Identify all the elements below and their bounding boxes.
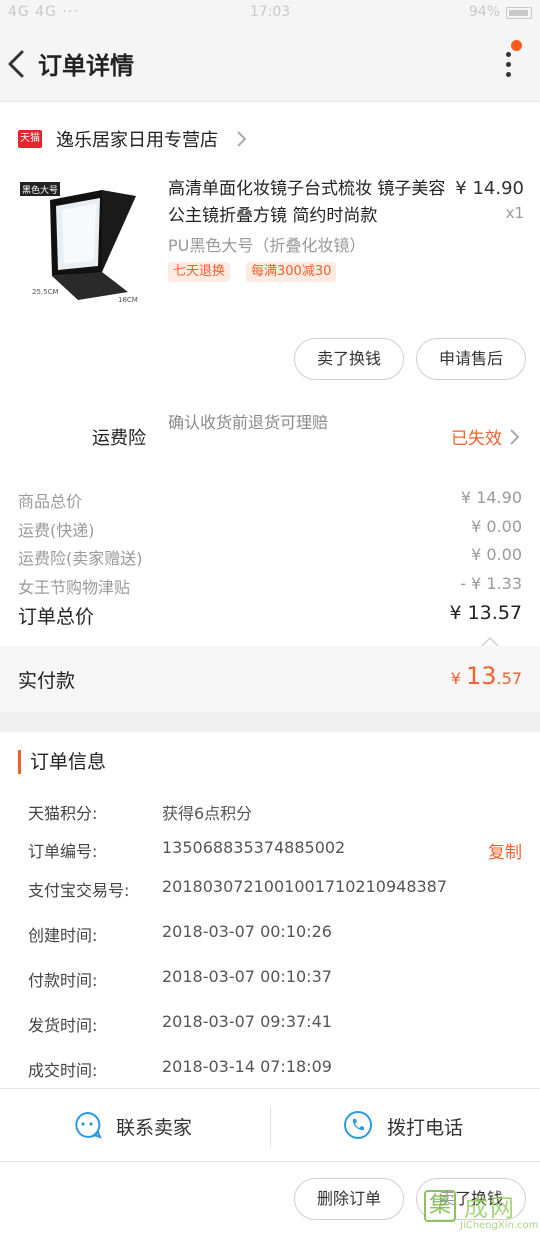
price-value: - ¥ 1.33 xyxy=(460,574,522,593)
call-phone-button[interactable]: 拨打电话 xyxy=(271,1089,540,1163)
product-item[interactable]: 黑色大号 25.5CM 18CM 高清单面化妆镜子台式梳妆 镜子美容公主镜折叠方… xyxy=(0,170,540,320)
watermark-text: 成网 xyxy=(464,1194,516,1222)
product-quantity: x1 xyxy=(505,204,524,222)
price-line: 女王节购物津贴 - ¥ 1.33 xyxy=(18,570,522,597)
order-total-value: ¥ 13.57 xyxy=(449,602,522,624)
watermark: 集 成网 JiChengXin.com xyxy=(420,1186,538,1236)
battery-percent: 94% xyxy=(468,4,500,20)
info-row-alipay: 支付宝交易号: 2018030721001001710210948387 xyxy=(28,875,522,900)
contact-seller-button[interactable]: 联系卖家 xyxy=(0,1089,270,1163)
amount-paid-value: ¥ 13.57 xyxy=(450,662,522,690)
notification-dot xyxy=(511,40,522,51)
product-title[interactable]: 高清单面化妆镜子台式梳妆 镜子美容公主镜折叠方镜 简约时尚款 xyxy=(168,176,454,230)
watermark-logo: 集 xyxy=(424,1190,456,1222)
order-info-section: 订单信息 天猫积分: 获得6点积分 订单编号: 1350688353748850… xyxy=(0,732,540,1088)
amount-paid: 实付款 ¥ 13.57 xyxy=(0,646,540,712)
after-sales-button[interactable]: 申请售后 xyxy=(416,338,526,380)
contact-seller-label: 联系卖家 xyxy=(116,1117,193,1139)
info-value: 2018-03-14 07:18:09 xyxy=(162,1057,332,1076)
shop-row[interactable]: 天猫 逸乐居家日用专营店 xyxy=(0,104,540,170)
price-value: ¥ 0.00 xyxy=(471,517,522,536)
price-line: 商品总价 ¥ 14.90 xyxy=(18,484,522,511)
tag-seven-day-return: 七天退换 xyxy=(168,262,231,282)
shop-name[interactable]: 逸乐居家日用专营店 xyxy=(56,126,218,152)
dim-left-label: 25.5CM xyxy=(32,288,59,296)
price-line: 运费(快递) ¥ 0.00 xyxy=(18,513,522,540)
info-label: 发货时间: xyxy=(28,1016,98,1035)
delete-order-button[interactable]: 删除订单 xyxy=(294,1178,404,1220)
battery-icon xyxy=(506,7,532,19)
tmall-logo: 天猫 xyxy=(18,130,42,148)
price-label: 商品总价 xyxy=(18,492,83,511)
contact-bar: 联系卖家 拨打电话 xyxy=(0,1088,540,1162)
page-title: 订单详情 xyxy=(38,52,134,80)
price-label: 女王节购物津贴 xyxy=(18,578,131,597)
info-value: 2018-03-07 09:37:41 xyxy=(162,1012,332,1031)
info-row-completed: 成交时间: 2018-03-14 07:18:09 xyxy=(28,1055,522,1080)
dim-right-label: 18CM xyxy=(118,296,138,304)
info-value: 2018030721001001710210948387 xyxy=(162,877,448,896)
info-row-points: 天猫积分: 获得6点积分 xyxy=(28,798,522,823)
chevron-right-icon xyxy=(508,428,520,446)
section-divider xyxy=(0,712,540,732)
info-label: 成交时间: xyxy=(28,1061,98,1080)
product-price: ¥ 14.90 xyxy=(455,178,524,199)
back-icon[interactable] xyxy=(4,46,32,82)
info-value: 135068835374885002 xyxy=(162,838,346,857)
info-label: 天猫积分: xyxy=(28,804,98,823)
nav-bar: 订单详情 xyxy=(0,26,540,102)
sell-for-cash-button[interactable]: 卖了换钱 xyxy=(294,338,404,380)
chat-icon xyxy=(72,1110,102,1140)
price-value: ¥ 0.00 xyxy=(471,545,522,564)
info-label: 创建时间: xyxy=(28,926,98,945)
amount-paid-label: 实付款 xyxy=(18,670,76,692)
price-label: 运费(快递) xyxy=(18,521,95,540)
caret-up-icon xyxy=(480,632,500,647)
info-row-shipped: 发货时间: 2018-03-07 09:37:41 xyxy=(28,1010,522,1035)
copy-button[interactable]: 复制 xyxy=(488,838,522,863)
info-value: 获得6点积分 xyxy=(162,804,253,823)
order-total: 订单总价 ¥ 13.57 xyxy=(18,600,522,630)
price-value: ¥ 14.90 xyxy=(460,488,522,507)
product-sku: PU黑色大号（折叠化妆镜） xyxy=(168,236,366,255)
insurance-status: 已失效 xyxy=(451,429,502,449)
info-label: 订单编号: xyxy=(28,842,98,861)
info-row-created: 创建时间: 2018-03-07 00:10:26 xyxy=(28,920,522,945)
info-value: 2018-03-07 00:10:37 xyxy=(162,967,332,986)
price-breakdown: 商品总价 ¥ 14.90 运费(快递) ¥ 0.00 运费险(卖家赠送) ¥ 0… xyxy=(0,480,540,712)
status-time: 17:03 xyxy=(249,4,291,20)
tag-discount: 每满300减30 xyxy=(246,262,337,282)
more-icon[interactable] xyxy=(498,46,518,82)
product-image[interactable]: 黑色大号 25.5CM 18CM xyxy=(18,176,148,306)
insurance-description: 确认收货前退货可理赔 xyxy=(168,413,329,432)
status-bar: 4G 4G ··· 17:03 94% xyxy=(0,0,540,26)
price-line: 运费险(卖家赠送) ¥ 0.00 xyxy=(18,541,522,568)
shipping-insurance-row[interactable]: 运费险 确认收货前退货可理赔 已失效 xyxy=(0,402,540,468)
image-label: 黑色大号 xyxy=(22,184,58,196)
watermark-url: JiChengXin.com xyxy=(460,1220,539,1231)
order-info-heading: 订单信息 xyxy=(18,750,106,774)
insurance-label: 运费险 xyxy=(92,428,146,449)
info-row-order-number: 订单编号: 135068835374885002 复制 xyxy=(28,836,522,863)
call-phone-label: 拨打电话 xyxy=(387,1117,464,1139)
info-row-paid: 付款时间: 2018-03-07 00:10:37 xyxy=(28,965,522,990)
info-label: 支付宝交易号: xyxy=(28,881,130,900)
info-value: 2018-03-07 00:10:26 xyxy=(162,922,332,941)
info-label: 付款时间: xyxy=(28,971,98,990)
price-label: 运费险(卖家赠送) xyxy=(18,549,143,568)
order-total-label: 订单总价 xyxy=(18,606,95,628)
chevron-right-icon xyxy=(234,130,248,148)
phone-icon xyxy=(343,1110,373,1140)
